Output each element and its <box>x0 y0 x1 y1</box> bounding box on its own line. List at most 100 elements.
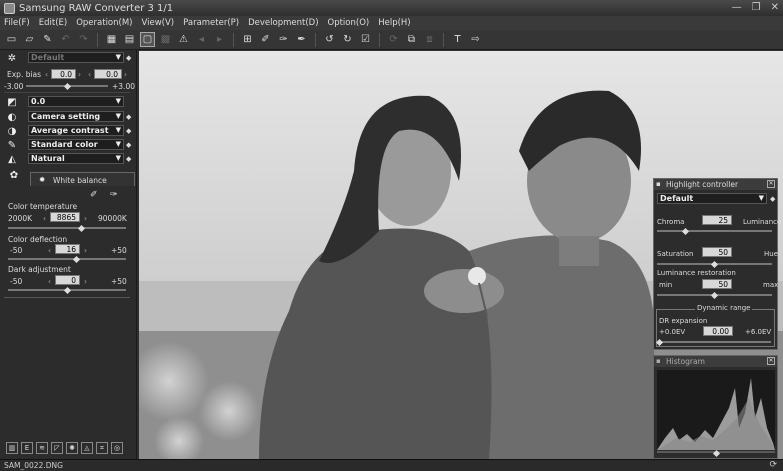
app-window: Samsung RAW Converter 3 1/1 — ❐ ✕ File(F… <box>0 0 783 471</box>
compare-view-icon[interactable]: ▤ <box>122 32 137 47</box>
preset-diamond-icon[interactable]: ◆ <box>126 54 133 62</box>
color-temp-field[interactable]: 8865 <box>50 212 80 222</box>
menu-operation[interactable]: Operation(M) <box>76 18 132 28</box>
dropper-icon[interactable]: ✎ <box>40 32 55 47</box>
camera-setting-dropdown[interactable]: Camera setting ▼ <box>28 111 124 122</box>
wb-picker-icon[interactable]: ✐ <box>258 32 273 47</box>
convert-icon[interactable]: ⇨ <box>468 32 483 47</box>
minimize-button[interactable]: — <box>732 2 742 13</box>
camera-diamond-icon[interactable]: ◆ <box>126 113 133 121</box>
highlight-preset-dropdown[interactable]: Default ▼ <box>657 193 767 204</box>
luminance-restoration-field[interactable]: 50 <box>702 279 732 289</box>
color-icon: ✎ <box>7 139 17 151</box>
menu-development[interactable]: Development(D) <box>248 18 318 28</box>
color-deflection-slider[interactable] <box>8 258 126 260</box>
highlight-controller-panel: ▪ Highlight controller ✕ Default ▼ ◆ Chro… <box>653 178 781 350</box>
exif-tool-icon[interactable]: E <box>21 442 33 454</box>
color-temp-slider[interactable] <box>8 227 126 229</box>
warning-icon[interactable]: ⚠ <box>176 32 191 47</box>
contrast-icon: ◑ <box>7 125 17 137</box>
dark-adjustment-label: Dark adjustment <box>8 265 71 274</box>
toolbar: ▭ ▱ ✎ ↶ ↷ ▦ ▤ ▢ ▩ ⚠ ◂ ▸ ⊞ ✐ ✑ ✒ ↺ ↻ ☑ ⟳ … <box>0 30 783 50</box>
thumbnail-icon[interactable]: ▩ <box>158 32 173 47</box>
histogram-graph <box>657 370 775 453</box>
app-icon <box>4 2 15 14</box>
highlight-diamond-icon[interactable]: ◆ <box>770 195 777 203</box>
histogram-tool-icon[interactable]: ▥ <box>6 442 18 454</box>
chroma-slider[interactable] <box>657 230 772 232</box>
exp-bias-thumb[interactable] <box>63 82 71 91</box>
contrast-dropdown[interactable]: Average contrast ▼ <box>28 125 124 136</box>
menu-file[interactable]: File(F) <box>4 18 30 28</box>
crop-grid-icon[interactable]: ⊞ <box>240 32 255 47</box>
redo-icon[interactable]: ↷ <box>76 32 91 47</box>
highlight-tool-icon[interactable]: ✺ <box>66 442 78 454</box>
open-folder-icon[interactable]: ▭ <box>4 32 19 47</box>
color-deflection-field[interactable]: 16 <box>55 244 80 254</box>
highlight-close-button[interactable]: ✕ <box>767 180 775 188</box>
text-tool-icon[interactable]: T <box>450 32 465 47</box>
left-adjustment-panel: ✲ Default ▼ ◆ Exp. bias ‹ 0.0 › ‹ 0.0 › -… <box>0 50 137 459</box>
menu-help[interactable]: Help(H) <box>378 18 410 28</box>
wb-dropper-icon[interactable]: ✐ <box>90 190 98 200</box>
layers-tool-icon[interactable]: ≋ <box>36 442 48 454</box>
status-filename: SAM_0022.DNG <box>4 461 63 470</box>
window-title: Samsung RAW Converter 3 1/1 <box>19 2 174 14</box>
sync-icon[interactable]: ⟳ <box>386 32 401 47</box>
histogram-panel: ▪ Histogram ✕ <box>653 355 778 459</box>
bottom-tool-strip: ▥ E ≋ ◸ ✺ ◬ ⌗ ◎ <box>6 442 123 454</box>
exp-bias-label: Exp. bias <box>7 70 42 79</box>
curve-dropdown[interactable]: 0.0 ▼ <box>28 96 124 107</box>
gray-picker-icon[interactable]: ✑ <box>276 32 291 47</box>
dr-expansion-slider[interactable] <box>659 341 771 343</box>
saturation-field[interactable]: 50 <box>702 247 732 257</box>
noise-tool-icon[interactable]: ◎ <box>111 442 123 454</box>
sharpness-dropdown[interactable]: Natural ▼ <box>28 153 124 164</box>
preset-dropdown[interactable]: Default ▼ <box>28 52 124 63</box>
exp-bias-field-2[interactable]: 0.0 <box>94 69 122 79</box>
dr-expansion-field[interactable]: 0.00 <box>703 326 733 336</box>
settings-icon: ✲ <box>7 52 17 64</box>
open-recent-icon[interactable]: ▱ <box>22 32 37 47</box>
rotate-right-icon[interactable]: ↻ <box>340 32 355 47</box>
sun-icon: ✹ <box>39 175 46 184</box>
single-view-icon[interactable]: ▢ <box>140 32 155 47</box>
exp-bias-field[interactable]: 0.0 <box>51 69 76 79</box>
menu-option[interactable]: Option(O) <box>328 18 370 28</box>
histogram-close-button[interactable]: ✕ <box>767 357 775 365</box>
check-icon[interactable]: ☑ <box>358 32 373 47</box>
menu-view[interactable]: View(V) <box>142 18 175 28</box>
chroma-field[interactable]: 25 <box>702 215 732 225</box>
panel-grip-icon: ▪ <box>656 180 661 188</box>
sharpness-diamond-icon[interactable]: ◆ <box>126 155 133 163</box>
dr-expansion-thumb[interactable] <box>655 338 663 347</box>
dark-adjustment-field[interactable]: 0 <box>55 275 80 285</box>
color-dropdown[interactable]: Standard color ▼ <box>28 139 124 150</box>
paste-params-icon[interactable]: ⧈ <box>422 32 437 47</box>
color-diamond-icon[interactable]: ◆ <box>126 141 133 149</box>
next-icon[interactable]: ▸ <box>212 32 227 47</box>
menu-edit[interactable]: Edit(E) <box>39 18 67 28</box>
copy-params-icon[interactable]: ⧉ <box>404 32 419 47</box>
brush-icon[interactable]: ✒ <box>294 32 309 47</box>
refresh-icon[interactable]: ⟳ <box>769 460 777 471</box>
curve-tool-icon[interactable]: ◸ <box>51 442 63 454</box>
rotate-left-icon[interactable]: ↺ <box>322 32 337 47</box>
undo-icon[interactable]: ↶ <box>58 32 73 47</box>
white-balance-tab[interactable]: ✹ White balance <box>30 172 135 186</box>
title-bar: Samsung RAW Converter 3 1/1 — ❐ ✕ <box>0 0 783 16</box>
camera-setting-icon: ◐ <box>7 111 17 123</box>
grid-view-icon[interactable]: ▦ <box>104 32 119 47</box>
close-button[interactable]: ✕ <box>771 2 779 13</box>
maximize-button[interactable]: ❐ <box>752 2 761 13</box>
lens-tool-icon[interactable]: ◬ <box>81 442 93 454</box>
contrast-diamond-icon[interactable]: ◆ <box>126 127 133 135</box>
histogram-grip-icon: ▪ <box>656 357 661 365</box>
wb-dropper2-icon[interactable]: ✑ <box>110 190 118 200</box>
crop-tool-icon[interactable]: ⌗ <box>96 442 108 454</box>
sharpness-icon: ◭ <box>8 153 16 165</box>
menu-parameter[interactable]: Parameter(P) <box>183 18 239 28</box>
exp-max-label: +3.00 <box>112 82 135 91</box>
dark-adjustment-thumb[interactable] <box>63 286 71 295</box>
prev-icon[interactable]: ◂ <box>194 32 209 47</box>
